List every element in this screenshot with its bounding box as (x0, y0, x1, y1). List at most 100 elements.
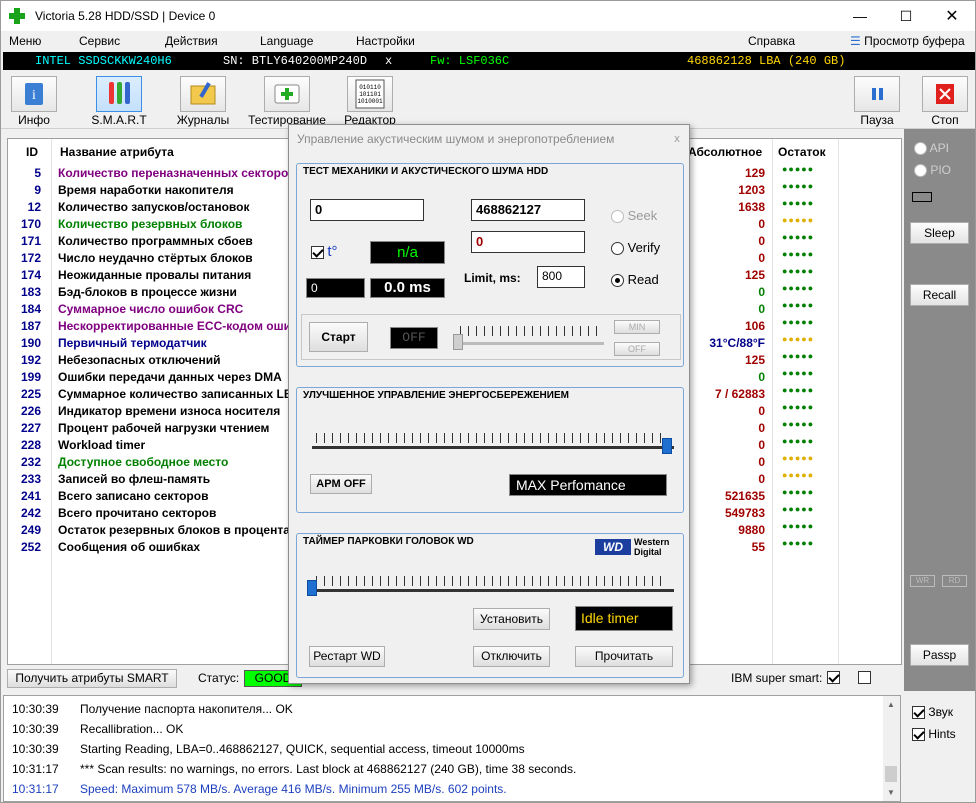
log-message: *** Scan results: no warnings, no errors… (80, 762, 577, 776)
recall-button[interactable]: Recall (910, 284, 969, 306)
scroll-up-icon[interactable]: ▲ (887, 700, 895, 709)
health-dots: ●●●●● (782, 300, 815, 310)
api-radio[interactable] (914, 142, 927, 156)
apm-off-button[interactable]: APM OFF (310, 474, 372, 494)
passp-button[interactable]: Passp (910, 644, 969, 666)
header-id[interactable]: ID (26, 145, 38, 159)
attr-value: 0 (758, 251, 765, 265)
dialog-close-icon[interactable]: x (669, 131, 685, 147)
menu-main[interactable]: Меню (9, 34, 41, 48)
hdd-test-group: ТЕСТ МЕХАНИКИ И АКУСТИЧЕСКОГО ШУМА HDD 0… (296, 163, 684, 367)
off-button[interactable]: OFF (614, 342, 660, 356)
pio-radio[interactable] (914, 164, 927, 178)
start-lba-field[interactable]: 0 (310, 199, 424, 221)
view-buffer-label: Просмотр буфера (864, 34, 965, 48)
attr-name: Количество запусков/остановок (58, 200, 250, 214)
start-button[interactable]: Старт (309, 322, 368, 352)
logs-button[interactable] (180, 76, 226, 112)
log-scrollbar[interactable]: ▲ ▼ (883, 696, 900, 801)
sound-option[interactable]: Звук (912, 705, 953, 720)
header-remaining[interactable]: Остаток (778, 145, 826, 159)
attr-name: Записей во флеш-память (58, 472, 211, 486)
extra-checkbox[interactable] (858, 671, 871, 684)
read-option[interactable]: Read (611, 272, 659, 288)
health-dots: ●●●●● (782, 266, 815, 276)
menu-language[interactable]: Language (260, 34, 313, 48)
seek-radio[interactable] (611, 210, 624, 224)
error-field[interactable]: 0 (471, 231, 585, 253)
header-absolute[interactable]: Абсолютное (688, 145, 762, 159)
serial-close[interactable]: x (385, 54, 392, 68)
scroll-thumb[interactable] (885, 766, 897, 782)
wd-logo: WD (595, 539, 631, 555)
pause-button[interactable] (854, 76, 900, 112)
set-button[interactable]: Установить (473, 608, 550, 630)
minimize-button[interactable]: — (837, 1, 883, 31)
seek-option[interactable]: Seek (611, 208, 657, 224)
health-dots: ●●●●● (782, 232, 815, 242)
acoustic-slider-thumb[interactable] (453, 334, 463, 350)
ibm-label: IBM super smart: (731, 671, 823, 685)
verify-radio[interactable] (611, 242, 624, 256)
sound-checkbox[interactable] (912, 706, 925, 720)
attr-id: 171 (20, 234, 41, 248)
pio-option[interactable]: PIO (914, 163, 951, 178)
sleep-button[interactable]: Sleep (910, 222, 969, 244)
timer-slider-thumb[interactable] (307, 580, 317, 596)
close-button[interactable]: ✕ (929, 1, 975, 31)
temp-checkbox[interactable] (311, 246, 324, 260)
attr-id: 225 (20, 387, 41, 401)
read-radio[interactable] (611, 274, 624, 288)
apm-track[interactable] (312, 446, 674, 449)
maximize-button[interactable]: ☐ (883, 1, 929, 31)
end-lba-field[interactable]: 468862127 (471, 199, 585, 221)
menu-actions[interactable]: Действия (165, 34, 218, 48)
menu-settings[interactable]: Настройки (356, 34, 415, 48)
menu-help[interactable]: Справка (748, 34, 795, 48)
log-time: 10:30:39 (12, 742, 59, 756)
temp-option[interactable]: t° (311, 243, 338, 260)
hints-checkbox[interactable] (912, 728, 925, 742)
min-button[interactable]: MIN (614, 320, 660, 334)
attr-id: 183 (20, 285, 41, 299)
acoustic-track[interactable] (456, 342, 604, 345)
get-smart-button[interactable]: Получить атрибуты SMART (7, 669, 177, 688)
api-option[interactable]: API (914, 141, 949, 156)
read-label: Read (627, 272, 659, 287)
attr-id: 184 (20, 302, 41, 316)
timer-track[interactable] (312, 589, 674, 592)
wd-logo-text: Western Digital (634, 537, 669, 557)
smart-label: S.M.A.R.T (91, 113, 147, 127)
attr-id: 228 (20, 438, 41, 452)
right-panel: API PIO Sleep Recall WR RD Passp (904, 129, 975, 691)
ibm-checkbox[interactable] (827, 671, 840, 684)
log-time: 10:31:17 (12, 782, 59, 796)
limit-field[interactable]: 800 (537, 266, 585, 288)
device-lba: 468862128 LBA (240 GB) (687, 54, 846, 68)
editor-button[interactable]: 010110 101101 1010001 (347, 76, 393, 112)
timer-ticks (316, 576, 668, 586)
attr-id: 170 (20, 217, 41, 231)
attr-value: 0 (758, 455, 765, 469)
status-label: Статус: (198, 671, 240, 685)
scroll-down-icon[interactable]: ▼ (887, 788, 895, 797)
header-name[interactable]: Название атрибута (60, 145, 174, 159)
health-dots: ●●●●● (782, 368, 815, 378)
svg-text:010110: 010110 (359, 84, 381, 91)
indicator-box (912, 192, 932, 202)
smart-button[interactable] (96, 76, 142, 112)
limit-label: Limit, ms: (464, 271, 521, 285)
stop-button[interactable] (922, 76, 968, 112)
log-panel: 10:30:39 Получение паспорта накопителя...… (3, 695, 901, 802)
acoustic-ticks (460, 326, 600, 336)
menu-service[interactable]: Сервис (79, 34, 120, 48)
restart-wd-button[interactable]: Рестарт WD (309, 646, 385, 667)
test-button[interactable] (264, 76, 310, 112)
apm-slider-thumb[interactable] (662, 438, 672, 454)
view-buffer-menu[interactable]: ☰ Просмотр буфера (850, 34, 965, 48)
verify-option[interactable]: Verify (611, 240, 660, 256)
read-timer-button[interactable]: Прочитать (575, 646, 673, 667)
hints-option[interactable]: Hints (912, 727, 956, 742)
info-button[interactable]: i (11, 76, 57, 112)
disable-button[interactable]: Отключить (473, 646, 550, 667)
